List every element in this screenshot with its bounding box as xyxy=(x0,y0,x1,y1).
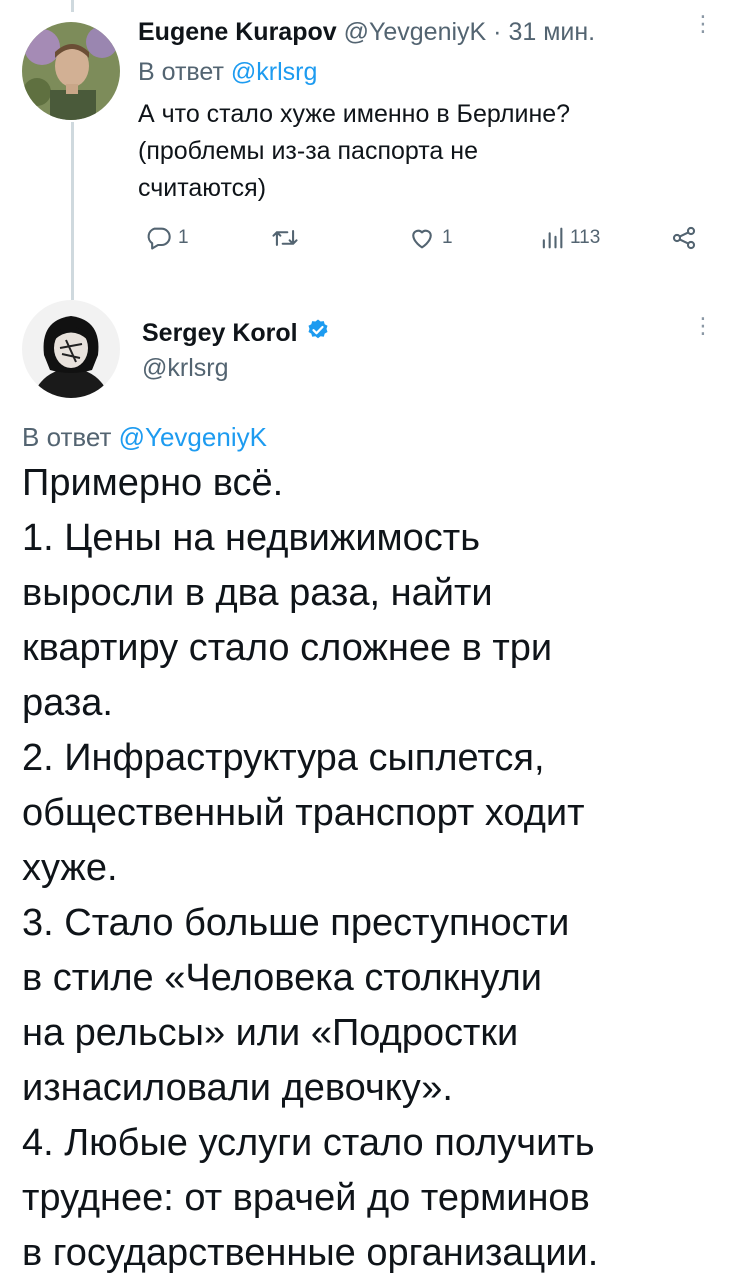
tweet2-reply-prefix: В ответ xyxy=(22,422,112,452)
verified-badge-icon xyxy=(306,318,330,349)
tweet2-text-line: в государственные организации. xyxy=(22,1232,599,1274)
tweet1-author-name[interactable]: Eugene Kurapov xyxy=(138,18,337,46)
tweet2-text-line: 4. Любые услуги стало получить xyxy=(22,1122,595,1164)
tweet1-text: А что стало хуже именно в Берлине? (проб… xyxy=(138,96,698,207)
views-count: 113 xyxy=(570,227,601,248)
tweet2-text-line: в стиле «Человека столкнули xyxy=(22,957,542,999)
tweet1-text-line: (проблемы из-за паспорта не xyxy=(138,137,478,165)
tweet2-text-line: общественный транспорт ходит xyxy=(22,792,585,834)
like-count: 1 xyxy=(442,227,453,248)
retweet-icon xyxy=(270,224,300,252)
thread-line-top xyxy=(71,0,74,12)
tweet1-reply-to-link[interactable]: @krlsrg xyxy=(231,58,318,86)
tweet1-time[interactable]: · 31 мин. xyxy=(493,18,595,46)
tweet2-text-line: труднее: от врачей до терминов xyxy=(22,1177,590,1219)
thread-line-connector xyxy=(71,122,74,300)
views-button[interactable]: 113 xyxy=(540,224,600,252)
tweet2-reply-context: В ответ @YevgeniyK xyxy=(22,422,267,453)
tweet1-author-handle[interactable]: @YevgeniyK xyxy=(344,18,487,46)
tweet1-reply-context: В ответ @krlsrg xyxy=(138,58,317,87)
tweet2-text-line: Примерно всё. xyxy=(22,462,284,504)
avatar-eugene[interactable] xyxy=(22,22,120,120)
avatar-sergey[interactable] xyxy=(22,300,120,398)
tweet2-reply-to-link[interactable]: @YevgeniyK xyxy=(119,422,267,452)
tweet2-text-line: раза. xyxy=(22,682,113,724)
more-icon[interactable]: ⋮ xyxy=(692,315,714,337)
tweet2-author-handle[interactable]: @krlsrg xyxy=(142,354,229,383)
tweet1-reply-prefix: В ответ xyxy=(138,58,224,86)
like-icon xyxy=(408,224,436,252)
tweet2-header: Sergey Korol xyxy=(142,318,330,349)
tweet2-text-line: хуже. xyxy=(22,847,118,889)
tweet1-header: Eugene Kurapov @YevgeniyK · 31 мин. xyxy=(138,18,595,47)
tweet2-text-line: изнасиловали девочку». xyxy=(22,1067,453,1109)
tweet2-text-line: на рельсы» или «Подростки xyxy=(22,1012,519,1054)
reply-count: 1 xyxy=(178,227,189,248)
tweet2-text: Примерно всё. 1. Цены на недвижимость вы… xyxy=(22,456,737,1281)
tweet2-text-line: 1. Цены на недвижимость xyxy=(22,517,481,559)
tweet2-author-name[interactable]: Sergey Korol xyxy=(142,319,298,348)
share-icon xyxy=(670,224,698,252)
tweet2-text-line: выросли в два раза, найти xyxy=(22,572,493,614)
tweet1-text-line: считаются) xyxy=(138,174,267,202)
reply-icon xyxy=(144,224,172,252)
like-button[interactable]: 1 xyxy=(408,224,453,252)
retweet-button[interactable] xyxy=(270,224,306,252)
views-icon xyxy=(540,224,564,252)
tweet2-text-line: 2. Инфраструктура сыплется, xyxy=(22,737,545,779)
tweet2-text-line: 3. Стало больше преступности xyxy=(22,902,570,944)
tweet1-text-line: А что стало хуже именно в Берлине? xyxy=(138,100,571,128)
tweet2-text-line: квартиру стало сложнее в три xyxy=(22,627,553,669)
tweet1-action-bar: 1 1 113 xyxy=(138,224,708,260)
more-icon[interactable]: ⋮ xyxy=(692,13,714,35)
share-button[interactable] xyxy=(670,224,698,252)
reply-button[interactable]: 1 xyxy=(144,224,189,252)
